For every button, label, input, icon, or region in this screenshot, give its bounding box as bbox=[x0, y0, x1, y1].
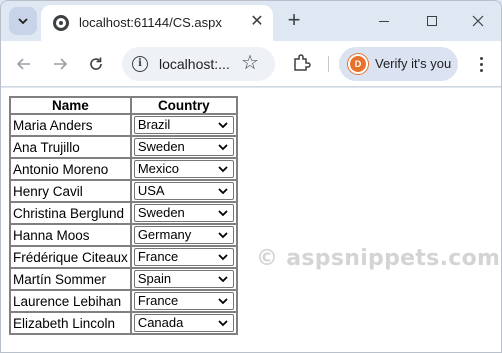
name-cell: Hanna Moos bbox=[10, 224, 131, 246]
browser-toolbar: i localhost:... ☆ D Verify it's you bbox=[1, 41, 501, 87]
table-row: Ana Trujillo Sweden bbox=[10, 136, 237, 158]
back-button[interactable] bbox=[12, 52, 36, 76]
profile-button[interactable]: D Verify it's you bbox=[339, 47, 458, 81]
tab-strip: localhost:61144/CS.aspx ✕ + bbox=[1, 1, 501, 41]
tab-search-button[interactable] bbox=[9, 7, 37, 35]
country-cell: Germany bbox=[130, 224, 237, 246]
site-favicon-icon bbox=[53, 15, 69, 31]
chevron-down-icon bbox=[218, 188, 228, 195]
header-country: Country bbox=[130, 97, 237, 114]
country-cell: Canada bbox=[130, 312, 237, 334]
chevron-down-icon bbox=[218, 232, 228, 239]
country-cell: Mexico bbox=[130, 158, 237, 180]
new-tab-button[interactable]: + bbox=[282, 9, 306, 33]
tab-title: localhost:61144/CS.aspx bbox=[79, 15, 222, 30]
name-cell: Christina Berglund bbox=[10, 202, 131, 224]
chevron-down-icon bbox=[218, 276, 228, 283]
toolbar-divider bbox=[328, 56, 329, 72]
maximize-icon bbox=[427, 16, 437, 26]
country-cell: USA bbox=[130, 180, 237, 202]
name-cell: Ana Trujillo bbox=[10, 136, 131, 158]
country-cell: France bbox=[130, 246, 237, 268]
table-row: Frédérique Citeaux France bbox=[10, 246, 237, 268]
minimize-icon bbox=[379, 20, 389, 22]
country-select-value: Brazil bbox=[137, 117, 171, 132]
table-row: Henry Cavil USA bbox=[10, 180, 237, 202]
table-row: Laurence Lebihan France bbox=[10, 290, 237, 312]
country-cell: France bbox=[130, 290, 237, 312]
extensions-icon[interactable] bbox=[291, 53, 313, 75]
table-row: Hanna Moos Germany bbox=[10, 224, 237, 246]
country-select[interactable]: Spain bbox=[133, 270, 234, 288]
table-row: Martín Sommer Spain bbox=[10, 268, 237, 290]
country-select[interactable]: France bbox=[133, 248, 234, 266]
chevron-down-icon bbox=[218, 144, 228, 151]
country-select-value: USA bbox=[137, 183, 165, 198]
close-icon bbox=[472, 15, 484, 27]
reload-icon bbox=[90, 57, 102, 70]
country-select[interactable]: Germany bbox=[133, 226, 234, 244]
avatar: D bbox=[348, 54, 368, 74]
grid-header-row: Name Country bbox=[10, 97, 237, 114]
chevron-down-icon bbox=[218, 320, 228, 327]
name-cell: Elizabeth Lincoln bbox=[10, 312, 131, 334]
page-content: Name Country Maria Anders Brazil Ana Truji… bbox=[1, 88, 501, 352]
country-select[interactable]: Sweden bbox=[133, 138, 234, 156]
country-cell: Brazil bbox=[130, 114, 237, 136]
customers-grid: Name Country Maria Anders Brazil Ana Truji… bbox=[9, 96, 238, 335]
tab-close-icon[interactable]: ✕ bbox=[247, 12, 267, 32]
browser-window: localhost:61144/CS.aspx ✕ + i localhost:… bbox=[0, 0, 502, 353]
country-select-value: Spain bbox=[137, 271, 172, 286]
chevron-down-icon bbox=[218, 254, 228, 261]
chevron-down-icon bbox=[218, 210, 228, 217]
watermark: © aspsnippets.com bbox=[256, 246, 501, 271]
info-icon[interactable]: i bbox=[132, 56, 148, 72]
reload-button[interactable] bbox=[84, 52, 108, 76]
country-select[interactable]: Brazil bbox=[133, 116, 234, 134]
country-select-value: France bbox=[137, 249, 179, 264]
close-window-button[interactable] bbox=[455, 7, 501, 35]
country-cell: Sweden bbox=[130, 136, 237, 158]
arrow-left-icon bbox=[16, 58, 30, 70]
table-row: Christina Berglund Sweden bbox=[10, 202, 237, 224]
profile-label: Verify it's you bbox=[375, 56, 452, 71]
country-select[interactable]: Mexico bbox=[133, 160, 234, 178]
arrow-right-icon bbox=[54, 58, 68, 70]
table-row: Elizabeth Lincoln Canada bbox=[10, 312, 237, 334]
bookmark-star-icon[interactable]: ☆ bbox=[241, 52, 259, 74]
country-select-value: France bbox=[137, 293, 179, 308]
chevron-down-icon bbox=[18, 18, 28, 25]
minimize-button[interactable] bbox=[361, 7, 407, 35]
country-select[interactable]: France bbox=[133, 292, 234, 310]
country-select[interactable]: Sweden bbox=[133, 204, 234, 222]
table-row: Maria Anders Brazil bbox=[10, 114, 237, 136]
name-cell: Laurence Lebihan bbox=[10, 290, 131, 312]
name-cell: Frédérique Citeaux bbox=[10, 246, 131, 268]
country-select-value: Mexico bbox=[137, 161, 179, 176]
forward-button[interactable] bbox=[48, 52, 72, 76]
name-cell: Maria Anders bbox=[10, 114, 131, 136]
maximize-button[interactable] bbox=[409, 7, 455, 35]
chevron-down-icon bbox=[218, 122, 228, 129]
country-select-value: Sweden bbox=[137, 205, 185, 220]
address-bar[interactable]: i localhost:... ☆ bbox=[122, 47, 275, 81]
country-select[interactable]: USA bbox=[133, 182, 234, 200]
country-select-value: Germany bbox=[137, 227, 192, 242]
chevron-down-icon bbox=[218, 166, 228, 173]
name-cell: Henry Cavil bbox=[10, 180, 131, 202]
country-select[interactable]: Canada bbox=[133, 314, 234, 332]
country-select-value: Canada bbox=[137, 315, 184, 330]
url-text[interactable]: localhost:... bbox=[159, 56, 230, 72]
chevron-down-icon bbox=[218, 298, 228, 305]
more-menu-icon[interactable] bbox=[469, 52, 493, 76]
country-cell: Spain bbox=[130, 268, 237, 290]
country-cell: Sweden bbox=[130, 202, 237, 224]
header-name: Name bbox=[10, 97, 131, 114]
country-select-value: Sweden bbox=[137, 139, 185, 154]
name-cell: Martín Sommer bbox=[10, 268, 131, 290]
active-tab[interactable]: localhost:61144/CS.aspx ✕ bbox=[41, 5, 273, 41]
table-row: Antonio Moreno Mexico bbox=[10, 158, 237, 180]
name-cell: Antonio Moreno bbox=[10, 158, 131, 180]
